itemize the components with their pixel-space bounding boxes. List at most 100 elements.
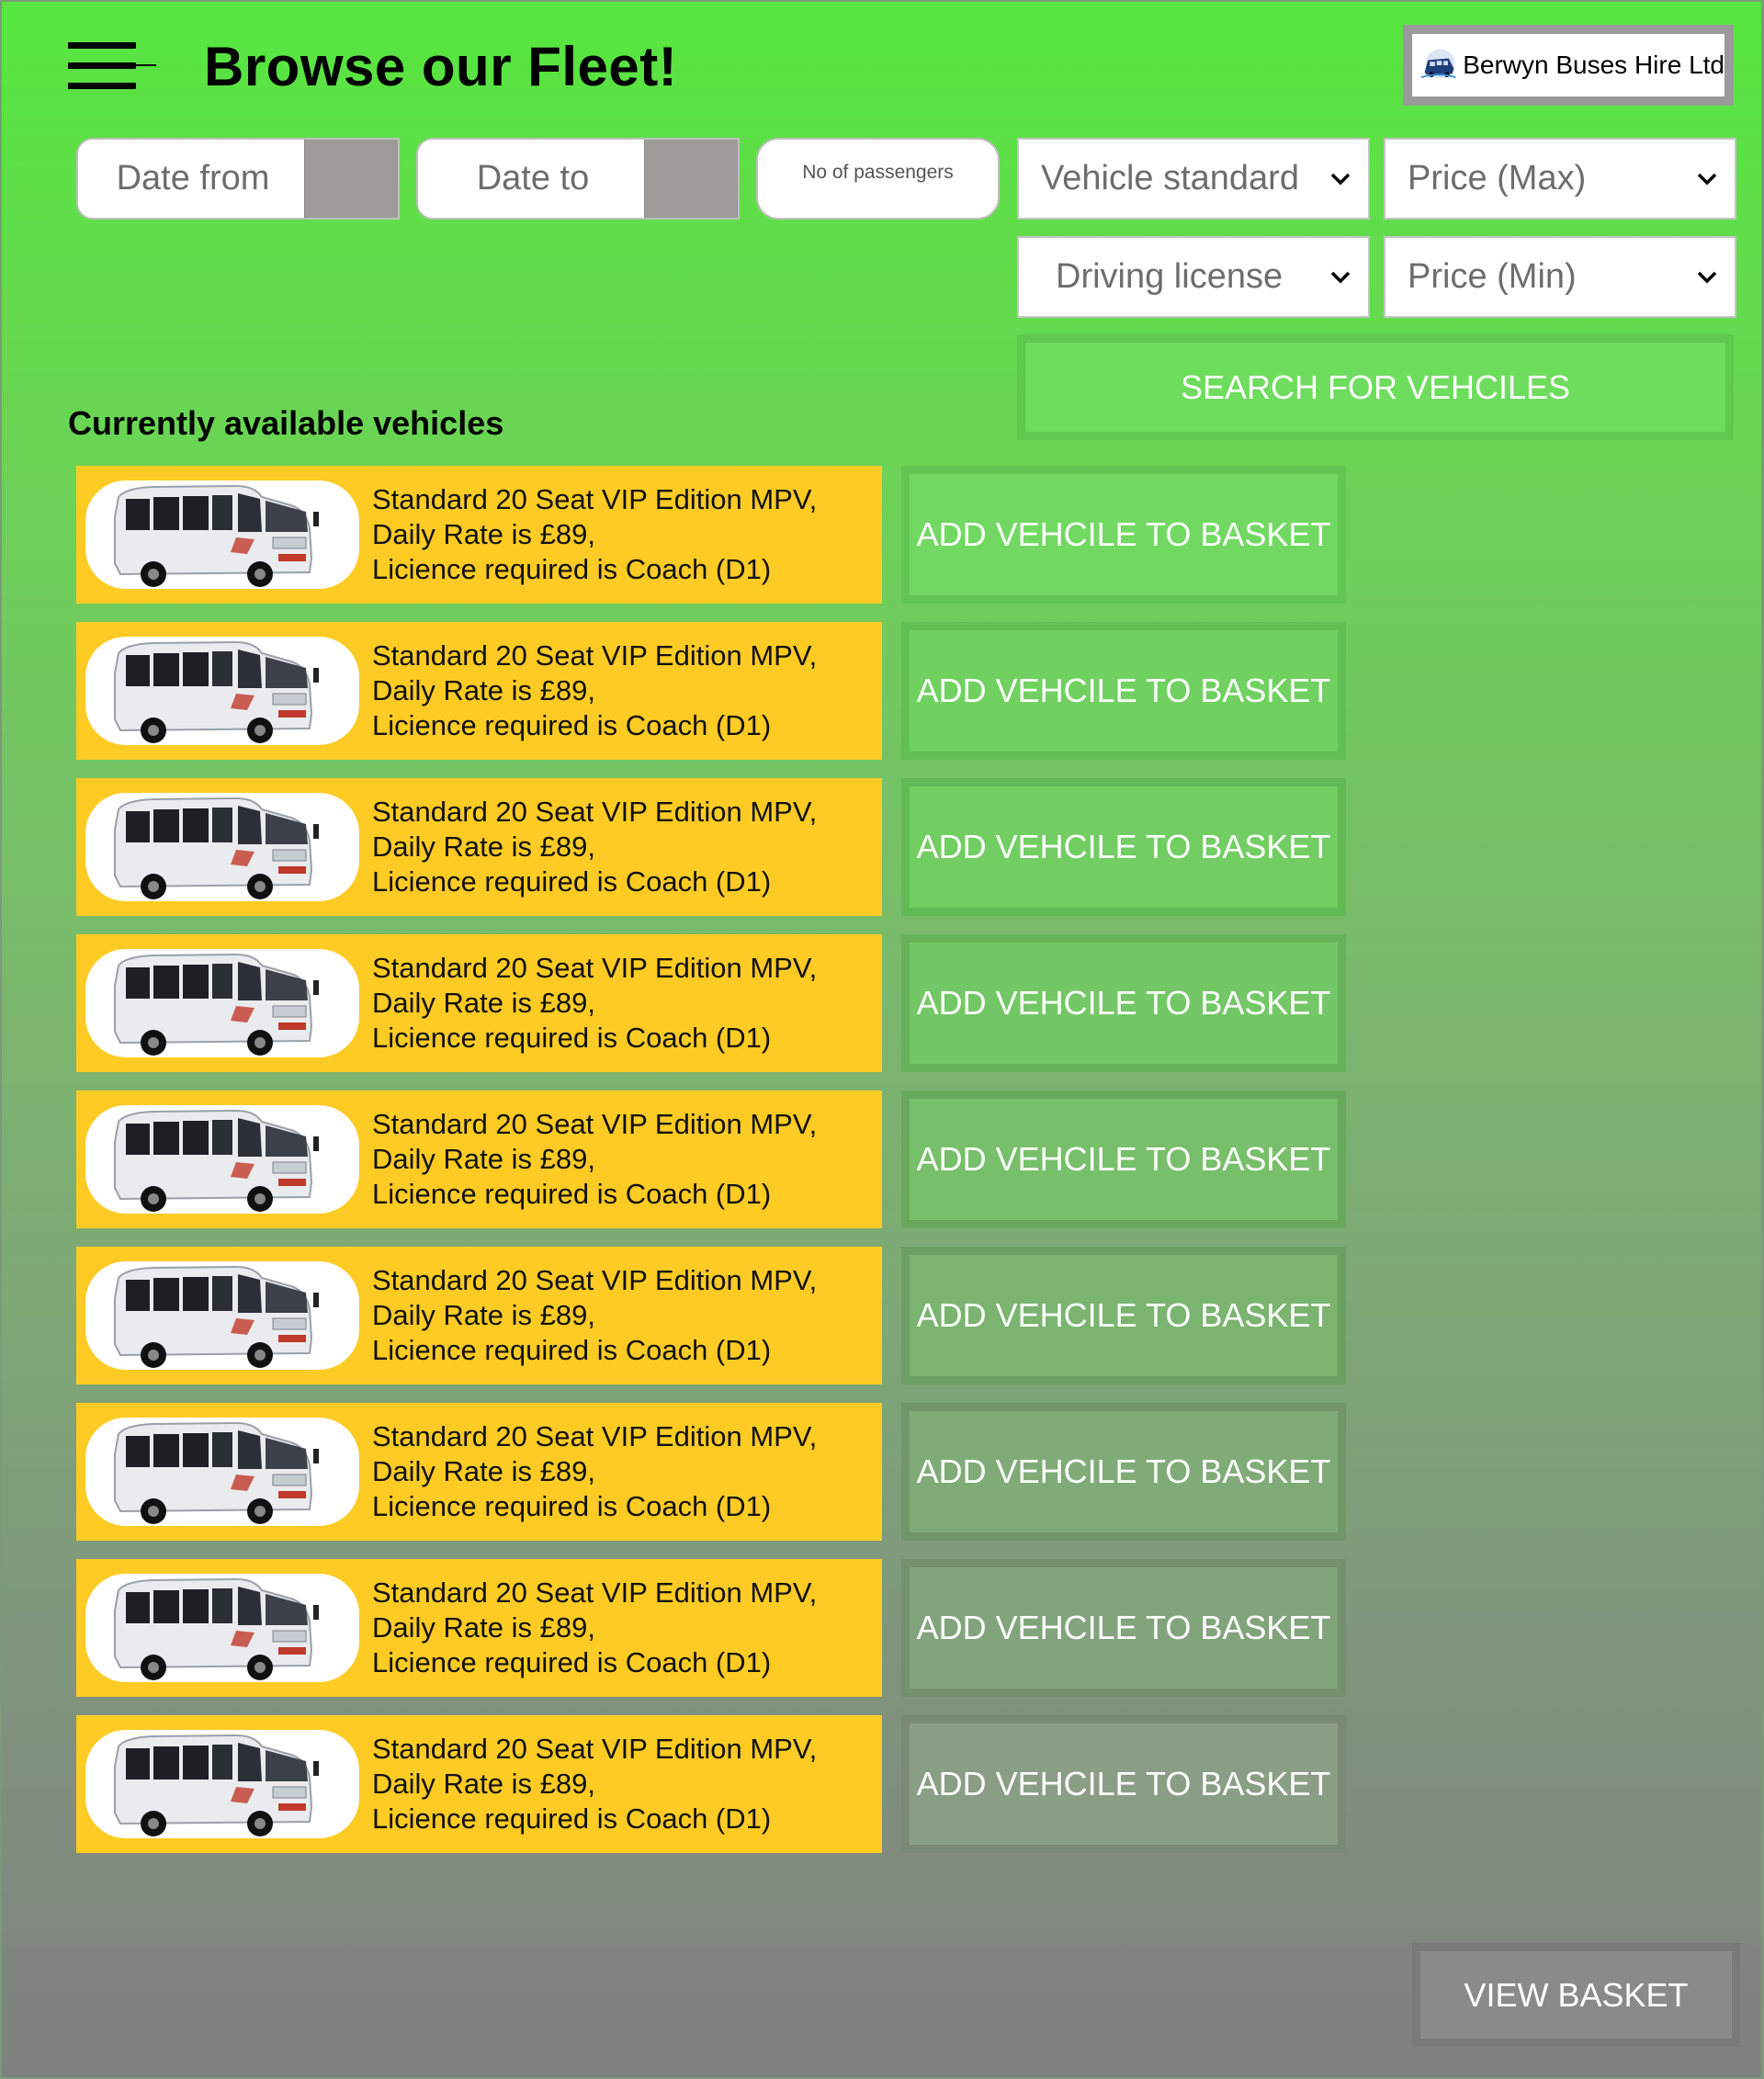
- vehicle-photo: [85, 1730, 359, 1838]
- vehicle-daily-rate: Daily Rate is £89,: [372, 830, 595, 863]
- vehicle-photo: [85, 1261, 359, 1370]
- minibus-image: [114, 1109, 319, 1212]
- vehicle-row: Standard 20 Seat VIP Edition MPV, Daily R…: [76, 1247, 1346, 1384]
- vehicle-photo: [85, 1105, 359, 1214]
- chevron-down-icon: [1679, 173, 1735, 186]
- minibus-image: [114, 1577, 319, 1680]
- vehicle-card: Standard 20 Seat VIP Edition MPV, Daily R…: [76, 934, 882, 1072]
- chevron-down-icon: [1313, 173, 1368, 186]
- page-title: Browse our Fleet!: [204, 36, 678, 97]
- vehicle-photo: [85, 793, 359, 901]
- minibus-image: [114, 1734, 319, 1836]
- vehicle-photo: [85, 949, 359, 1057]
- vehicle-details: Standard 20 Seat VIP Edition MPV, Daily R…: [372, 1107, 817, 1212]
- vehicle-standard-value: Vehicle standard: [1041, 159, 1299, 198]
- passengers-placeholder: No of passengers: [802, 162, 954, 183]
- vehicle-photo: [85, 637, 359, 745]
- vehicle-details: Standard 20 Seat VIP Edition MPV, Daily R…: [372, 1263, 817, 1368]
- company-name: Berwyn Buses Hire Ltd: [1463, 51, 1724, 79]
- search-vehicles-button[interactable]: SEARCH FOR VEHCILES: [1017, 334, 1734, 440]
- minibus-image: [114, 484, 319, 587]
- passengers-input-wrapper[interactable]: No of passengers: [756, 138, 1000, 220]
- vehicle-licence-requirement: Licience required is Coach (D1): [372, 1178, 772, 1210]
- price-min-select[interactable]: Price (Min): [1384, 236, 1736, 318]
- vehicle-description: Standard 20 Seat VIP Edition MPV,: [372, 1576, 818, 1609]
- vehicle-daily-rate: Daily Rate is £89,: [372, 518, 595, 550]
- price-min-value: Price (Min): [1408, 257, 1577, 296]
- vehicle-description: Standard 20 Seat VIP Edition MPV,: [372, 1733, 818, 1765]
- vehicle-card: Standard 20 Seat VIP Edition MPV, Daily R…: [76, 622, 882, 760]
- add-vehicle-to-basket-button[interactable]: ADD VEHCILE TO BASKET: [901, 778, 1346, 916]
- vehicle-details: Standard 20 Seat VIP Edition MPV, Daily R…: [372, 638, 817, 743]
- add-vehicle-to-basket-button[interactable]: ADD VEHCILE TO BASKET: [901, 466, 1346, 604]
- vehicle-daily-rate: Daily Rate is £89,: [372, 1611, 595, 1644]
- vehicle-daily-rate: Daily Rate is £89,: [372, 1143, 595, 1175]
- vehicle-card: Standard 20 Seat VIP Edition MPV, Daily R…: [76, 1090, 882, 1228]
- company-logo[interactable]: Berwyn Buses Hire Ltd: [1403, 25, 1734, 106]
- vehicle-row: Standard 20 Seat VIP Edition MPV, Daily R…: [76, 778, 1346, 916]
- vehicle-details: Standard 20 Seat VIP Edition MPV, Daily R…: [372, 482, 817, 587]
- vehicle-licence-requirement: Licience required is Coach (D1): [372, 1646, 772, 1678]
- vehicle-licence-requirement: Licience required is Coach (D1): [372, 553, 772, 585]
- date-to-field[interactable]: Date to: [416, 138, 740, 220]
- vehicle-row: Standard 20 Seat VIP Edition MPV, Daily R…: [76, 934, 1346, 1072]
- vehicle-details: Standard 20 Seat VIP Edition MPV, Daily R…: [372, 1576, 817, 1680]
- add-vehicle-to-basket-button[interactable]: ADD VEHCILE TO BASKET: [901, 622, 1346, 760]
- price-max-select[interactable]: Price (Max): [1384, 138, 1736, 220]
- vehicle-licence-requirement: Licience required is Coach (D1): [372, 1802, 772, 1835]
- vehicle-daily-rate: Daily Rate is £89,: [372, 1455, 595, 1487]
- vehicle-details: Standard 20 Seat VIP Edition MPV, Daily R…: [372, 951, 817, 1056]
- driving-license-value: Driving license: [1056, 257, 1283, 296]
- add-vehicle-to-basket-button[interactable]: ADD VEHCILE TO BASKET: [901, 1559, 1346, 1697]
- vehicle-daily-rate: Daily Rate is £89,: [372, 1299, 595, 1331]
- vehicle-card: Standard 20 Seat VIP Edition MPV, Daily R…: [76, 1559, 882, 1697]
- minibus-image: [114, 1265, 319, 1368]
- add-vehicle-to-basket-button[interactable]: ADD VEHCILE TO BASKET: [901, 934, 1346, 1072]
- vehicle-description: Standard 20 Seat VIP Edition MPV,: [372, 796, 818, 828]
- add-vehicle-to-basket-button[interactable]: ADD VEHCILE TO BASKET: [901, 1403, 1346, 1541]
- vehicle-licence-requirement: Licience required is Coach (D1): [372, 1490, 772, 1522]
- chevron-down-icon: [1313, 271, 1368, 284]
- vehicle-card: Standard 20 Seat VIP Edition MPV, Daily R…: [76, 466, 882, 604]
- view-basket-button[interactable]: VIEW BASKET: [1412, 1943, 1740, 2047]
- vehicle-description: Standard 20 Seat VIP Edition MPV,: [372, 952, 818, 984]
- date-from-field[interactable]: Date from: [76, 138, 400, 220]
- vehicle-description: Standard 20 Seat VIP Edition MPV,: [372, 1264, 818, 1296]
- vehicle-daily-rate: Daily Rate is £89,: [372, 1768, 595, 1800]
- add-vehicle-to-basket-button[interactable]: ADD VEHCILE TO BASKET: [901, 1090, 1346, 1228]
- add-vehicle-to-basket-button[interactable]: ADD VEHCILE TO BASKET: [901, 1715, 1346, 1853]
- hamburger-menu-icon[interactable]: [68, 40, 156, 92]
- date-to-label: Date to: [476, 159, 590, 198]
- vehicle-details: Standard 20 Seat VIP Edition MPV, Daily R…: [372, 795, 817, 899]
- section-title: Currently available vehicles: [68, 404, 504, 442]
- date-from-label: Date from: [116, 159, 270, 198]
- driving-license-select[interactable]: Driving license: [1017, 236, 1370, 318]
- vehicle-description: Standard 20 Seat VIP Edition MPV,: [372, 1420, 818, 1452]
- vehicle-row: Standard 20 Seat VIP Edition MPV, Daily R…: [76, 1559, 1346, 1697]
- date-from-picker-button[interactable]: [304, 140, 398, 218]
- vehicle-row: Standard 20 Seat VIP Edition MPV, Daily R…: [76, 466, 1346, 604]
- vehicle-photo: [85, 1418, 359, 1526]
- add-vehicle-to-basket-button[interactable]: ADD VEHCILE TO BASKET: [901, 1247, 1346, 1384]
- minibus-image: [114, 797, 319, 899]
- vehicle-description: Standard 20 Seat VIP Edition MPV,: [372, 1108, 818, 1140]
- minibus-image: [114, 953, 319, 1056]
- vehicle-card: Standard 20 Seat VIP Edition MPV, Daily R…: [76, 1715, 882, 1853]
- vehicle-daily-rate: Daily Rate is £89,: [372, 987, 595, 1019]
- vehicle-photo: [85, 480, 359, 589]
- vehicle-daily-rate: Daily Rate is £89,: [372, 674, 595, 706]
- vehicle-details: Standard 20 Seat VIP Edition MPV, Daily R…: [372, 1419, 817, 1524]
- vehicle-card: Standard 20 Seat VIP Edition MPV, Daily R…: [76, 1247, 882, 1384]
- vehicle-card: Standard 20 Seat VIP Edition MPV, Daily R…: [76, 778, 882, 916]
- vehicle-card: Standard 20 Seat VIP Edition MPV, Daily R…: [76, 1403, 882, 1541]
- vehicle-row: Standard 20 Seat VIP Edition MPV, Daily R…: [76, 1090, 1346, 1228]
- vehicle-licence-requirement: Licience required is Coach (D1): [372, 1334, 772, 1366]
- vehicle-row: Standard 20 Seat VIP Edition MPV, Daily R…: [76, 1715, 1346, 1853]
- vehicle-standard-select[interactable]: Vehicle standard: [1017, 138, 1370, 220]
- vehicle-photo: [85, 1574, 359, 1682]
- chevron-down-icon: [1679, 271, 1735, 284]
- vehicle-description: Standard 20 Seat VIP Edition MPV,: [372, 639, 818, 672]
- vehicle-row: Standard 20 Seat VIP Edition MPV, Daily R…: [76, 622, 1346, 760]
- vehicle-licence-requirement: Licience required is Coach (D1): [372, 709, 772, 741]
- date-to-picker-button[interactable]: [644, 140, 738, 218]
